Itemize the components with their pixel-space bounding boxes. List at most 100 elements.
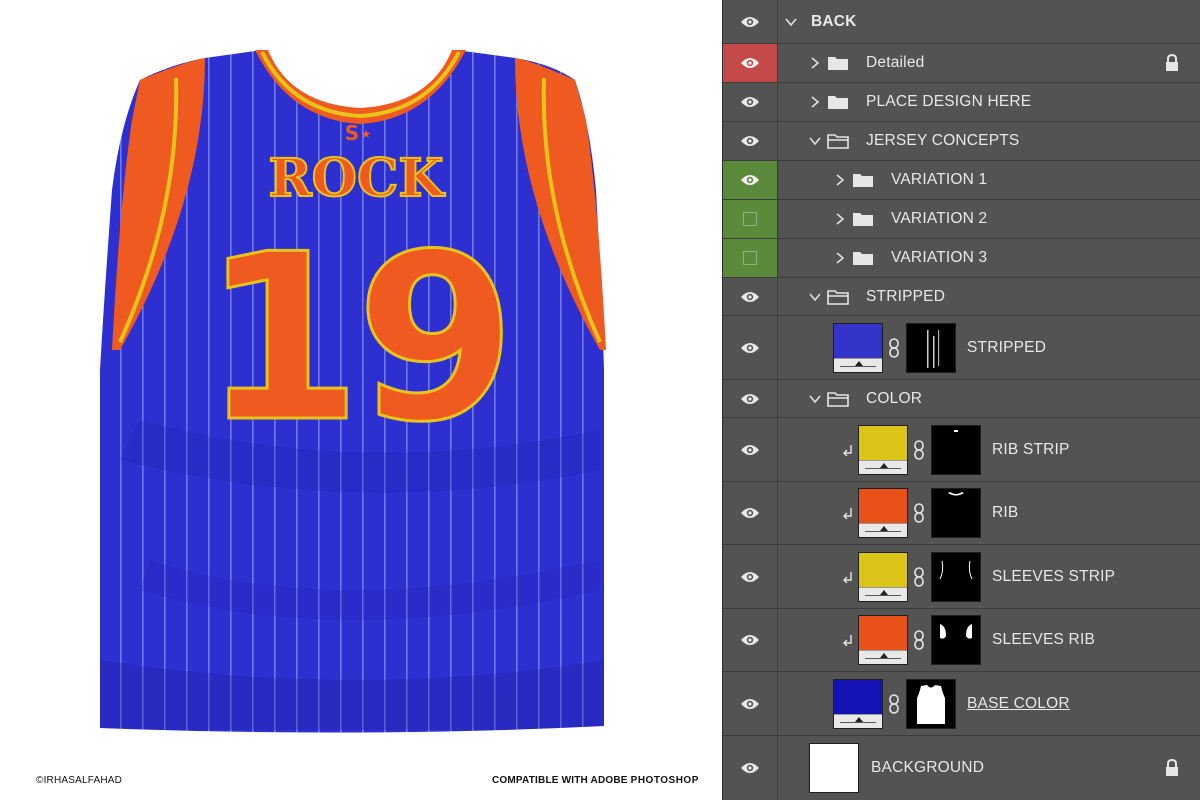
layer-label: BACKGROUND: [871, 759, 985, 776]
chevron-right-icon[interactable]: [834, 174, 846, 186]
layer-rib[interactable]: RIB: [723, 482, 1200, 545]
eye-icon: [741, 508, 759, 518]
eye-icon: [741, 393, 759, 404]
fill-layer-thumbnail[interactable]: [833, 322, 883, 373]
eye-icon: [741, 16, 759, 27]
visibility-toggle[interactable]: [723, 239, 778, 277]
background-thumbnail[interactable]: [809, 743, 859, 793]
chevron-down-icon[interactable]: [785, 16, 797, 28]
eye-icon: [741, 175, 759, 185]
layer-group-variation-3[interactable]: VARIATION 3: [723, 239, 1200, 278]
lock-icon: [1166, 54, 1178, 71]
layer-mask-thumbnail[interactable]: [931, 615, 981, 665]
eye-icon: [741, 136, 759, 146]
visibility-toggle[interactable]: [723, 736, 778, 800]
jersey-logo: S: [345, 121, 359, 145]
layer-group-variation-1[interactable]: VARIATION 1: [723, 161, 1200, 200]
layer-background[interactable]: BACKGROUND: [723, 736, 1200, 800]
eye-icon: [741, 571, 759, 582]
layer-label: VARIATION 1: [891, 171, 988, 188]
author-credit: ©IRHASALFAHAD: [36, 775, 123, 786]
clip-arrow-icon: [843, 635, 852, 646]
visibility-toggle[interactable]: [723, 200, 778, 238]
eye-icon: [741, 97, 759, 107]
layer-group-back[interactable]: BACK: [723, 0, 1200, 44]
layer-label: STRIPPED: [967, 338, 1047, 356]
eye-icon: [741, 58, 759, 68]
layer-label: RIB STRIP: [992, 440, 1070, 458]
visibility-toggle[interactable]: [723, 380, 778, 417]
visibility-toggle[interactable]: [723, 0, 778, 43]
layer-sleeves-strip[interactable]: SLEEVES STRIP: [723, 545, 1200, 609]
link-icon[interactable]: [888, 337, 900, 358]
link-icon[interactable]: [913, 503, 925, 523]
eye-icon: [741, 763, 759, 773]
link-icon[interactable]: [888, 693, 900, 714]
visibility-toggle[interactable]: [723, 161, 778, 199]
layer-rib-strip[interactable]: RIB STRIP: [723, 418, 1200, 482]
layer-label: SLEEVES RIB: [992, 631, 1095, 648]
layer-mask-thumbnail[interactable]: [906, 678, 956, 729]
layer-label: Detailed: [866, 54, 925, 71]
layer-group-color[interactable]: COLOR: [723, 380, 1200, 418]
layer-mask-thumbnail[interactable]: [906, 322, 956, 373]
fill-layer-thumbnail[interactable]: [833, 678, 883, 729]
chevron-down-icon[interactable]: [809, 135, 821, 147]
visibility-toggle[interactable]: [723, 672, 778, 735]
fill-layer-thumbnail[interactable]: [858, 615, 908, 665]
link-icon[interactable]: [913, 566, 925, 587]
layer-label: STRIPPED: [866, 287, 946, 305]
layer-label: RIB: [992, 504, 1019, 521]
layer-label: PLACE DESIGN HERE: [866, 93, 1032, 110]
visibility-toggle[interactable]: [723, 122, 778, 160]
layer-label: VARIATION 2: [891, 210, 988, 227]
visibility-toggle[interactable]: [723, 316, 778, 379]
folder-open-icon: [827, 289, 849, 305]
visibility-toggle[interactable]: [723, 609, 778, 671]
visibility-toggle[interactable]: [723, 83, 778, 121]
visibility-toggle[interactable]: [723, 482, 778, 544]
eye-icon: [741, 698, 759, 709]
chevron-down-icon[interactable]: [809, 393, 821, 405]
visibility-toggle[interactable]: [723, 278, 778, 315]
visibility-toggle[interactable]: [723, 44, 778, 82]
layer-group-jersey-concepts[interactable]: JERSEY CONCEPTS: [723, 122, 1200, 161]
clip-arrow-icon: [843, 444, 852, 456]
layer-label: BASE COLOR: [967, 694, 1070, 712]
folder-icon: [853, 213, 873, 226]
jersey-number: 19: [202, 206, 510, 473]
fill-layer-thumbnail[interactable]: [858, 424, 908, 475]
chevron-right-icon[interactable]: [809, 57, 821, 69]
folder-icon: [853, 252, 873, 265]
layer-sleeves-rib[interactable]: SLEEVES RIB: [723, 609, 1200, 672]
link-icon[interactable]: [913, 439, 925, 460]
visibility-toggle[interactable]: [723, 418, 778, 481]
layer-base-color[interactable]: BASE COLOR: [723, 672, 1200, 736]
chevron-right-icon[interactable]: [834, 213, 846, 225]
jersey-name: ROCK: [268, 148, 445, 209]
fill-layer-thumbnail[interactable]: [858, 551, 908, 602]
layer-stripped[interactable]: STRIPPED: [723, 316, 1200, 380]
layer-group-stripped[interactable]: STRIPPED: [723, 278, 1200, 316]
layer-group-place-design[interactable]: PLACE DESIGN HERE: [723, 83, 1200, 122]
folder-open-icon: [827, 391, 849, 407]
layer-mask-thumbnail[interactable]: [931, 551, 981, 602]
link-icon[interactable]: [913, 630, 925, 650]
chevron-down-icon[interactable]: [809, 291, 821, 303]
layer-group-detailed[interactable]: Detailed: [723, 44, 1200, 83]
chevron-right-icon[interactable]: [809, 96, 821, 108]
eye-icon: [741, 444, 759, 455]
visibility-toggle[interactable]: [723, 545, 778, 608]
hidden-visibility-box: [743, 212, 757, 226]
layer-group-variation-2[interactable]: VARIATION 2: [723, 200, 1200, 239]
eye-icon: [741, 291, 759, 302]
layer-mask-thumbnail[interactable]: [931, 424, 981, 475]
eye-icon: [741, 635, 759, 645]
chevron-right-icon[interactable]: [834, 252, 846, 264]
folder-open-icon: [827, 134, 849, 149]
svg-text:★: ★: [361, 127, 372, 141]
layer-mask-thumbnail[interactable]: [931, 488, 981, 538]
fill-layer-thumbnail[interactable]: [858, 488, 908, 538]
layers-panel: BACK Detailed PLACE DESIGN HERE JERSEY C…: [722, 0, 1200, 800]
compatibility-note: COMPATIBLE WITH ADOBE PHOTOSHOP: [492, 775, 699, 786]
